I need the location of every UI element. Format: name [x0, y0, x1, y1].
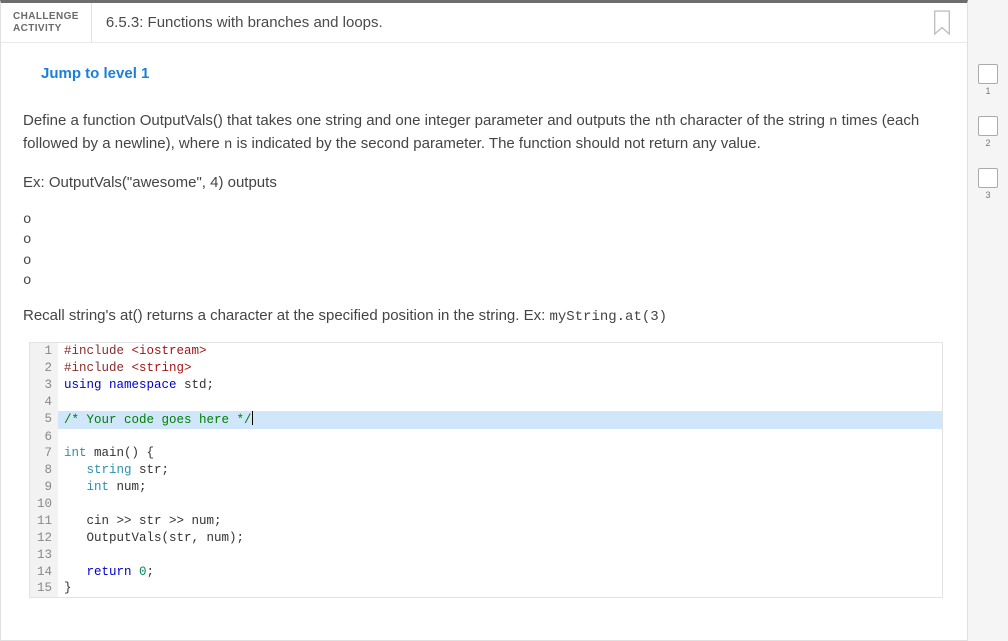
- step-indicator-column: 1 2 3: [968, 0, 1008, 641]
- line-number: 10: [30, 496, 58, 513]
- step-number: 1: [985, 86, 990, 96]
- step-indicator[interactable]: 2: [978, 116, 998, 148]
- example-output: o o o o: [23, 210, 945, 291]
- code-line[interactable]: 11 cin >> str >> num;: [30, 513, 942, 530]
- line-number: 3: [30, 377, 58, 394]
- code-text[interactable]: [58, 496, 64, 513]
- code-text[interactable]: [58, 429, 64, 446]
- code-text[interactable]: [58, 394, 64, 411]
- line-number: 12: [30, 530, 58, 547]
- line-number: 15: [30, 580, 58, 597]
- code-text[interactable]: string str;: [58, 462, 169, 479]
- code-text[interactable]: OutputVals(str, num);: [58, 530, 244, 547]
- line-number: 14: [30, 564, 58, 581]
- code-text[interactable]: using namespace std;: [58, 377, 214, 394]
- line-number: 7: [30, 445, 58, 462]
- line-number: 6: [30, 429, 58, 446]
- code-line[interactable]: 15}: [30, 580, 942, 597]
- activity-type-label: CHALLENGE ACTIVITY: [1, 3, 92, 42]
- code-line[interactable]: 1#include <iostream>: [30, 343, 942, 360]
- code-line[interactable]: 5/* Your code goes here */: [30, 411, 942, 429]
- step-number: 2: [985, 138, 990, 148]
- code-line[interactable]: 10: [30, 496, 942, 513]
- code-text[interactable]: #include <iostream>: [58, 343, 207, 360]
- example-label: Ex: OutputVals("awesome", 4) outputs: [23, 172, 945, 195]
- line-number: 2: [30, 360, 58, 377]
- line-number: 1: [30, 343, 58, 360]
- code-text[interactable]: int main() {: [58, 445, 154, 462]
- code-line[interactable]: 7int main() {: [30, 445, 942, 462]
- code-line[interactable]: 9 int num;: [30, 479, 942, 496]
- recall-code: myString.at(3): [549, 309, 667, 325]
- code-text[interactable]: #include <string>: [58, 360, 192, 377]
- code-line[interactable]: 13: [30, 547, 942, 564]
- recall-hint: Recall string's at() returns a character…: [23, 305, 945, 328]
- activity-number: 6.5.3:: [106, 14, 144, 31]
- step-box-icon: [978, 116, 998, 136]
- code-line[interactable]: 14 return 0;: [30, 564, 942, 581]
- step-number: 3: [985, 190, 990, 200]
- step-box-icon: [978, 64, 998, 84]
- step-indicator[interactable]: 1: [978, 64, 998, 96]
- bookmark-icon[interactable]: [931, 9, 953, 37]
- line-number: 13: [30, 547, 58, 564]
- label-line-2: ACTIVITY: [13, 23, 79, 35]
- activity-content: Jump to level 1 Define a function Output…: [1, 43, 967, 598]
- recall-text: Recall string's at() returns a character…: [23, 307, 549, 324]
- code-editor[interactable]: 1#include <iostream>2#include <string>3u…: [29, 342, 943, 598]
- code-text[interactable]: cin >> str >> num;: [58, 513, 222, 530]
- line-number: 8: [30, 462, 58, 479]
- main-panel: CHALLENGE ACTIVITY 6.5.3: Functions with…: [0, 0, 968, 641]
- line-number: 9: [30, 479, 58, 496]
- code-line[interactable]: 2#include <string>: [30, 360, 942, 377]
- label-line-1: CHALLENGE: [13, 11, 79, 23]
- text-caret: [252, 411, 253, 425]
- page: CHALLENGE ACTIVITY 6.5.3: Functions with…: [0, 0, 1008, 641]
- activity-title: 6.5.3: Functions with branches and loops…: [92, 14, 383, 31]
- code-line[interactable]: 4: [30, 394, 942, 411]
- step-box-icon: [978, 168, 998, 188]
- step-indicator[interactable]: 3: [978, 168, 998, 200]
- problem-description: Define a function OutputVals() that take…: [23, 110, 945, 156]
- code-text[interactable]: [58, 547, 64, 564]
- code-line[interactable]: 8 string str;: [30, 462, 942, 479]
- code-text[interactable]: return 0;: [58, 564, 154, 581]
- line-number: 4: [30, 394, 58, 411]
- code-line[interactable]: 3using namespace std;: [30, 377, 942, 394]
- jump-to-level-link[interactable]: Jump to level 1: [41, 63, 149, 86]
- code-line[interactable]: 12 OutputVals(str, num);: [30, 530, 942, 547]
- code-line[interactable]: 6: [30, 429, 942, 446]
- activity-header: CHALLENGE ACTIVITY 6.5.3: Functions with…: [1, 3, 967, 43]
- activity-title-text: Functions with branches and loops.: [148, 14, 383, 31]
- line-number: 5: [30, 411, 58, 429]
- code-text[interactable]: int num;: [58, 479, 147, 496]
- code-text[interactable]: /* Your code goes here */: [58, 411, 253, 429]
- code-text[interactable]: }: [58, 580, 72, 597]
- line-number: 11: [30, 513, 58, 530]
